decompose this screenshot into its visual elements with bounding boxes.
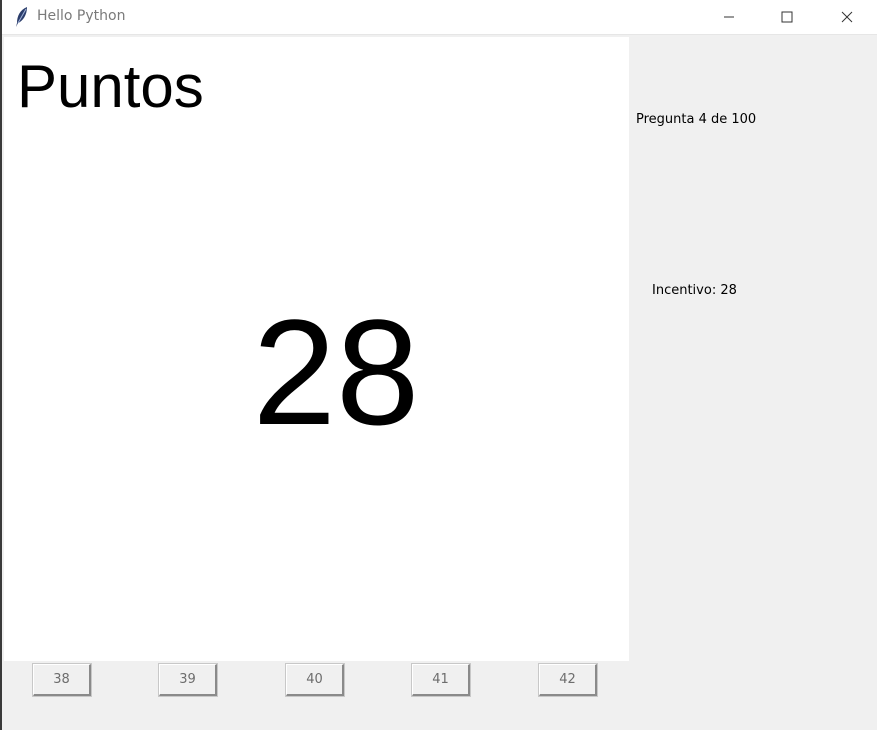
title-bar[interactable]: Hello Python bbox=[2, 0, 877, 35]
app-window: Hello Python Puntos 28 Pregunta 4 de 100… bbox=[2, 0, 877, 730]
answer-button-1[interactable]: 38 bbox=[32, 663, 92, 697]
maximize-button[interactable] bbox=[758, 0, 816, 33]
answer-button-2[interactable]: 39 bbox=[158, 663, 218, 697]
answer-button-3[interactable]: 40 bbox=[285, 663, 345, 697]
close-icon bbox=[841, 11, 853, 22]
minimize-button[interactable] bbox=[700, 0, 758, 33]
feather-icon bbox=[14, 6, 30, 28]
minimize-icon bbox=[724, 16, 734, 17]
window-title: Hello Python bbox=[37, 8, 126, 24]
maximize-icon bbox=[781, 11, 793, 22]
answer-button-4[interactable]: 41 bbox=[411, 663, 471, 697]
incentive-label: Incentivo: 28 bbox=[652, 283, 737, 298]
close-button[interactable] bbox=[818, 0, 876, 33]
question-counter: Pregunta 4 de 100 bbox=[636, 112, 757, 127]
answer-button-5[interactable]: 42 bbox=[538, 663, 598, 697]
score-canvas: Puntos 28 bbox=[4, 37, 629, 661]
canvas-heading: Puntos bbox=[17, 53, 204, 120]
score-value: 28 bbox=[252, 288, 420, 456]
